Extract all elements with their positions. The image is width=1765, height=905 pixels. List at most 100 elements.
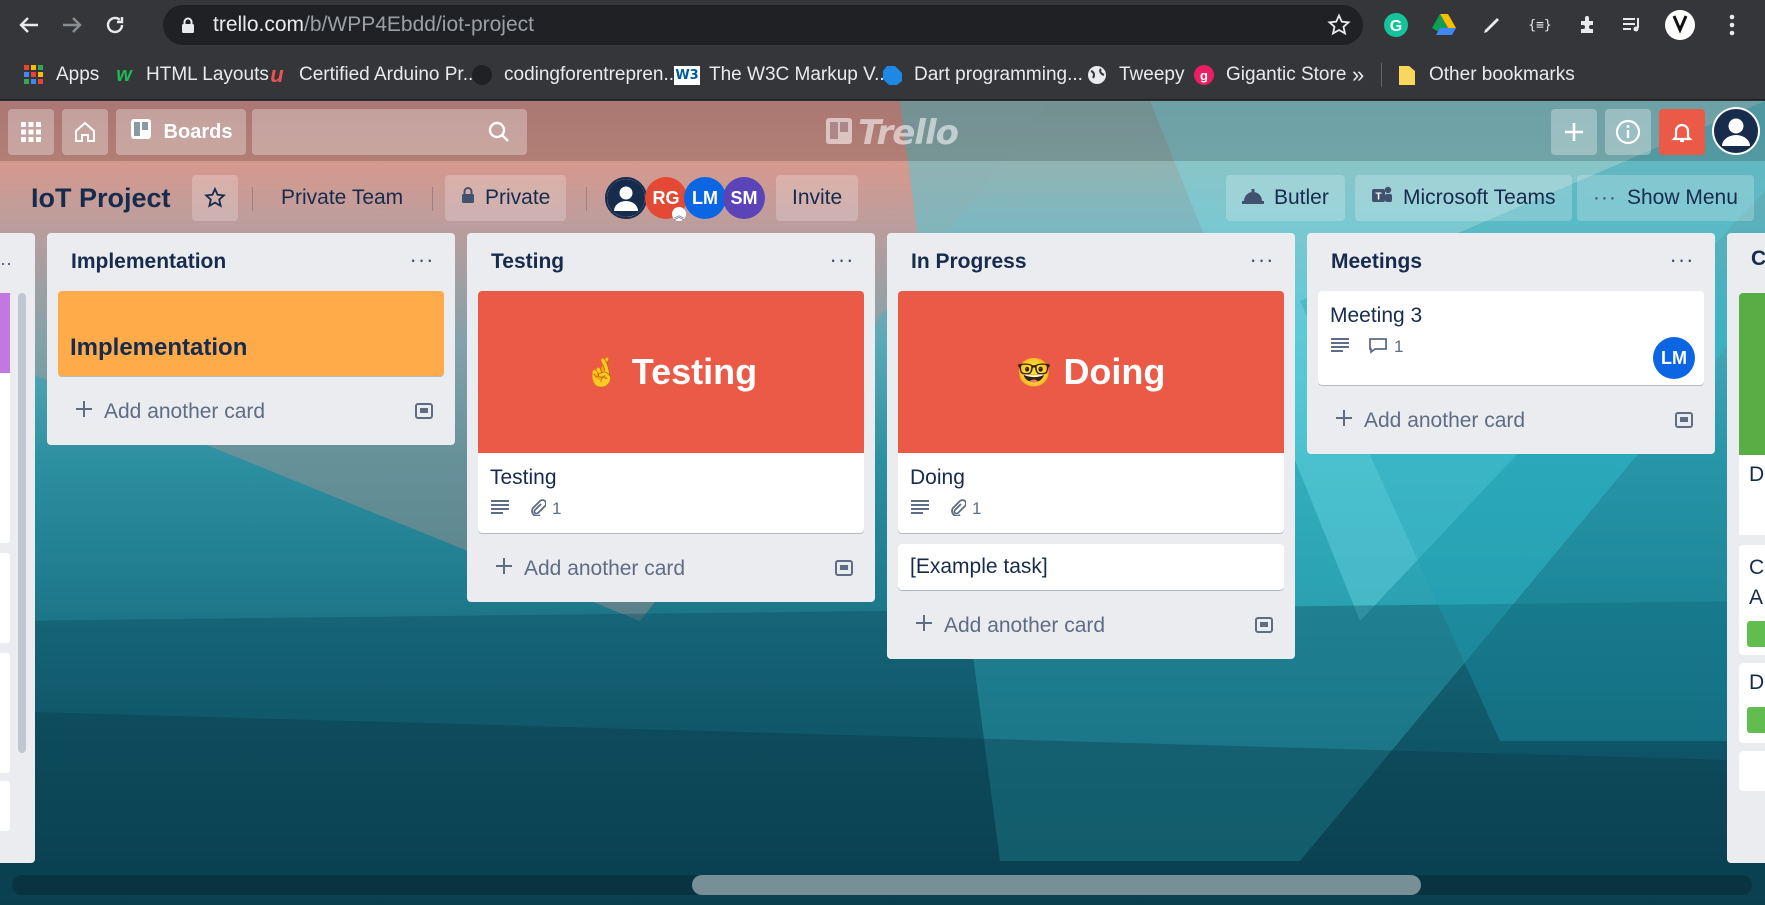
- card-member-avatar[interactable]: LM: [1653, 337, 1695, 379]
- profile-avatar-icon[interactable]: [1664, 9, 1696, 41]
- list-scrollbar[interactable]: [18, 293, 26, 753]
- bookmark-dart[interactable]: Dart programming...: [880, 50, 1083, 100]
- forward-icon[interactable]: [55, 8, 89, 42]
- card-template-icon[interactable]: [1254, 615, 1274, 641]
- card-template-icon[interactable]: [414, 401, 434, 427]
- w3layouts-icon: w: [116, 63, 132, 86]
- divider: [586, 187, 587, 211]
- more-dots-icon: ···: [1593, 186, 1617, 209]
- bookmark-tweepy[interactable]: Tweepy: [1085, 50, 1184, 100]
- create-plus-icon[interactable]: [1551, 109, 1597, 155]
- invite-label: Invite: [792, 186, 843, 209]
- show-menu-button[interactable]: ··· Show Menu: [1577, 175, 1754, 221]
- card-meeting-3[interactable]: Meeting 3 1 LM: [1318, 291, 1704, 385]
- list-title[interactable]: Implementation: [71, 233, 226, 291]
- team-button[interactable]: Private Team: [265, 175, 419, 221]
- list-menu-icon[interactable]: ···: [1247, 245, 1277, 275]
- card-template-icon[interactable]: [834, 558, 854, 584]
- search-input[interactable]: [252, 109, 527, 155]
- invite-button[interactable]: Invite: [776, 175, 859, 221]
- microsoft-teams-button[interactable]: T Microsoft Teams: [1355, 175, 1572, 221]
- list-title[interactable]: Meetings: [1331, 233, 1422, 291]
- list-menu-icon[interactable]: ··: [0, 253, 12, 274]
- extensions-puzzle-icon[interactable]: [1572, 9, 1604, 41]
- google-drive-icon[interactable]: [1428, 9, 1460, 41]
- card-doing[interactable]: 🤓 Doing Doing 1: [898, 291, 1284, 533]
- json-viewer-icon[interactable]: {≡}: [1524, 9, 1556, 41]
- attachment-count: 1: [552, 499, 562, 518]
- butler-button[interactable]: Butler: [1226, 175, 1345, 221]
- member-initials: RG: [652, 187, 680, 208]
- list-title[interactable]: Testing: [491, 233, 564, 291]
- pen-icon[interactable]: [1476, 9, 1508, 41]
- partial-card[interactable]: [1739, 751, 1765, 791]
- list-menu-icon[interactable]: ···: [827, 245, 857, 275]
- partial-card[interactable]: [0, 653, 10, 773]
- bookmark-label: codingforentrepren...: [504, 64, 680, 85]
- reload-icon[interactable]: [98, 8, 132, 42]
- grammarly-icon[interactable]: G: [1380, 9, 1412, 41]
- list-header: Testing ···: [467, 233, 875, 291]
- info-icon[interactable]: [1605, 109, 1651, 155]
- bookmark-arduino[interactable]: u Certified Arduino Pr...: [265, 50, 478, 100]
- bookmark-w3c[interactable]: W3 The W3C Markup V...: [674, 50, 890, 100]
- bookmark-star-icon[interactable]: [1327, 13, 1351, 42]
- home-icon[interactable]: [62, 109, 108, 155]
- partial-card[interactable]: CA: [1739, 545, 1765, 655]
- bookmark-codingforentrepreneurs[interactable]: codingforentrepren...: [470, 50, 679, 100]
- add-card-button[interactable]: Add another card: [1318, 396, 1704, 446]
- boards-button[interactable]: Boards: [116, 109, 246, 155]
- github-icon: [470, 63, 494, 87]
- partial-card[interactable]: [0, 553, 10, 643]
- list-title[interactable]: In Progress: [911, 233, 1027, 291]
- list-testing: Testing ··· 🤞 Testing Testing 1 Add anot…: [467, 233, 875, 602]
- add-card-button[interactable]: Add another card: [58, 387, 444, 437]
- bookmark-label: Dart programming...: [914, 64, 1083, 85]
- star-board-icon[interactable]: [192, 175, 238, 221]
- board-scrollbar-thumb[interactable]: [692, 875, 1421, 895]
- padlock-icon: [461, 186, 475, 210]
- member-avatar[interactable]: [605, 177, 647, 219]
- add-card-button[interactable]: Add another card: [478, 544, 864, 594]
- apps-switcher-icon[interactable]: [8, 109, 54, 155]
- media-queue-icon[interactable]: [1616, 9, 1648, 41]
- bookmark-html-layouts[interactable]: w HTML Layouts: [112, 50, 269, 100]
- card-template-icon[interactable]: [1674, 410, 1694, 436]
- visibility-button[interactable]: Private: [445, 175, 567, 221]
- partial-card[interactable]: [0, 781, 10, 831]
- list-menu-icon[interactable]: ···: [1667, 245, 1697, 275]
- partial-card[interactable]: D: [1739, 663, 1765, 743]
- trello-logo[interactable]: Trello: [826, 113, 959, 153]
- member-initials: LM: [1661, 347, 1687, 368]
- notifications-bell-icon[interactable]: [1659, 109, 1705, 155]
- card-testing[interactable]: 🤞 Testing Testing 1: [478, 291, 864, 533]
- bookmark-other[interactable]: Other bookmarks: [1395, 50, 1575, 100]
- member-avatar-sm[interactable]: SM: [723, 177, 765, 219]
- card-title: D: [1749, 463, 1765, 486]
- address-bar[interactable]: trello.com/b/WPP4Ebdd/iot-project: [163, 5, 1363, 45]
- more-bookmarks-chevron[interactable]: »: [1352, 50, 1364, 100]
- card-badges: 1: [1330, 331, 1692, 363]
- card-badges: 1: [910, 493, 1272, 525]
- globe-icon: [1085, 63, 1109, 87]
- card-implementation[interactable]: Implementation: [58, 291, 444, 376]
- card-example-task[interactable]: [Example task]: [898, 544, 1284, 590]
- bookmark-apps[interactable]: Apps: [22, 50, 99, 100]
- back-icon[interactable]: [12, 8, 46, 42]
- bookmark-label: Other bookmarks: [1429, 64, 1575, 85]
- add-card-button[interactable]: Add another card: [898, 601, 1284, 651]
- board-title[interactable]: IoT Project: [31, 167, 171, 229]
- card-title: Testing: [490, 466, 557, 489]
- chrome-menu-icon[interactable]: [1716, 9, 1748, 41]
- list-header: Meetings ···: [1307, 233, 1715, 291]
- partial-list-right: C D CA D: [1727, 233, 1765, 863]
- user-avatar[interactable]: [1712, 107, 1760, 155]
- list-title[interactable]: C: [1751, 247, 1765, 271]
- list-menu-icon[interactable]: ···: [407, 245, 437, 275]
- attachment-badge: 1: [528, 498, 561, 521]
- partial-card[interactable]: D: [1739, 455, 1765, 535]
- admin-chevron-icon: ︽: [672, 207, 686, 222]
- card-cover: 🤓 Doing: [898, 291, 1284, 453]
- member-avatar-lm[interactable]: LM: [684, 177, 726, 219]
- bookmark-gigantic-store[interactable]: g Gigantic Store: [1192, 50, 1346, 100]
